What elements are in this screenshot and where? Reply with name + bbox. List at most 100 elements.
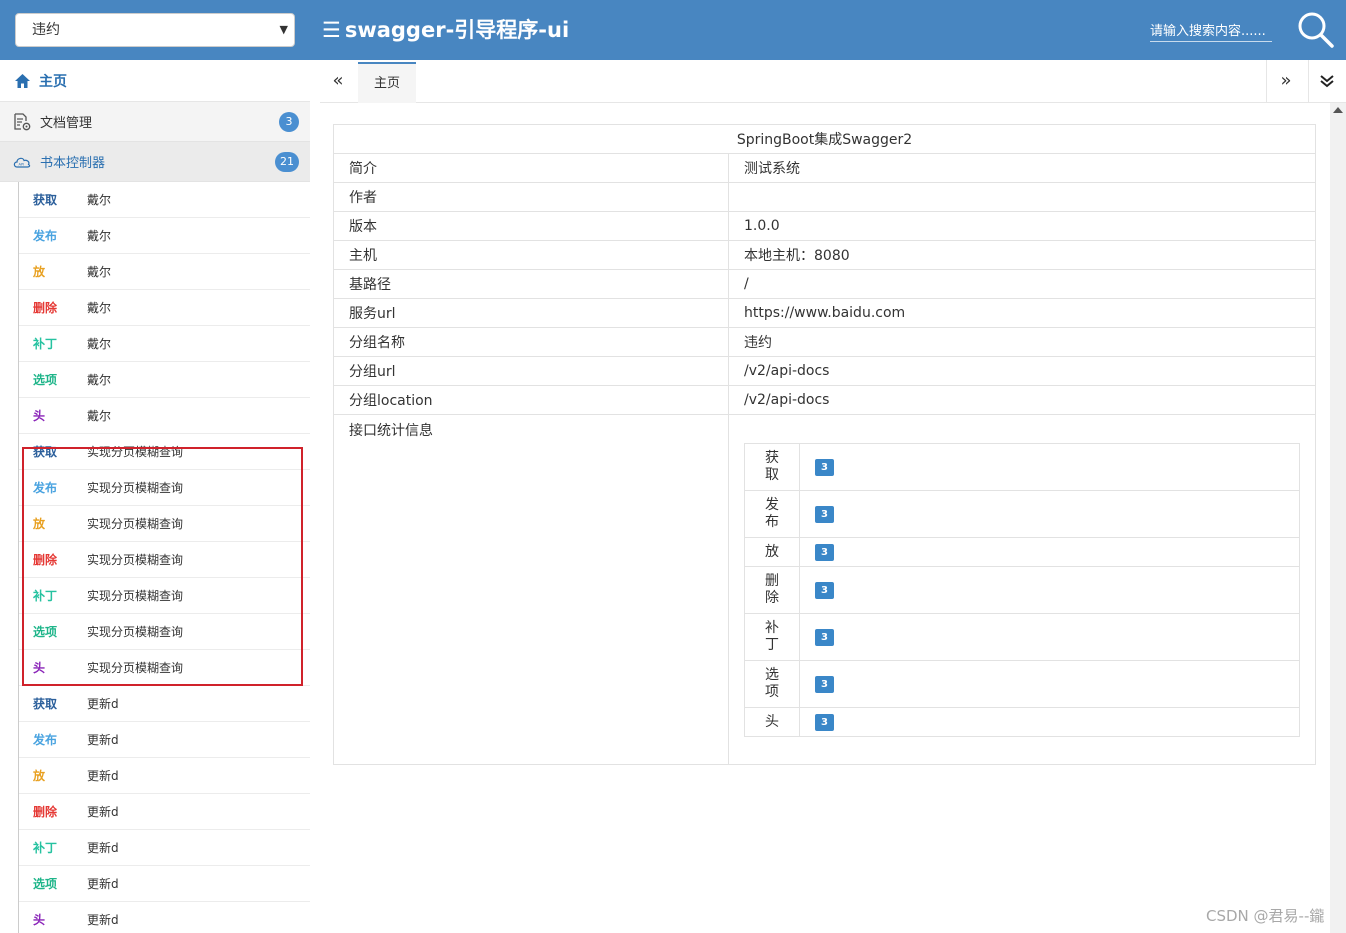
app-title: ☰ swagger-引导程序-ui	[322, 14, 569, 46]
api-list-item[interactable]: 头 更新d	[19, 902, 310, 933]
method-name-line: 删	[765, 573, 779, 589]
api-list-item[interactable]: 选项 实现分页模糊查询	[19, 614, 310, 650]
table-row-stats: 接口统计信息获取 3 发布 3 放 3 删除 3 补丁 3 选项 3 头 3	[333, 414, 1316, 765]
http-method-label: 删除	[33, 805, 58, 819]
api-list-item[interactable]: 获取 戴尔	[19, 182, 310, 218]
http-method-label: 获取	[33, 445, 58, 459]
api-list-item[interactable]: 放 实现分页模糊查询	[19, 506, 310, 542]
info-key: 分组location	[333, 385, 729, 415]
group-select[interactable]: 违约 ▼	[15, 13, 295, 47]
sidebar-item-home[interactable]: 主页	[0, 60, 310, 102]
method-name-line: 丁	[765, 637, 779, 653]
http-method-label: 头	[33, 409, 46, 423]
count-badge: 3	[815, 714, 834, 731]
method-name-line: 布	[765, 514, 779, 530]
api-list-item[interactable]: 补丁 更新d	[19, 830, 310, 866]
api-name-label: 更新d	[87, 805, 119, 819]
tab-more-button[interactable]	[1308, 60, 1344, 102]
table-row: 发布 3	[744, 490, 1300, 538]
cloud-api-icon: API	[13, 157, 31, 168]
method-name-line: 项	[765, 684, 779, 700]
api-list-item[interactable]: 删除 实现分页模糊查询	[19, 542, 310, 578]
table-row: 基路径 /	[333, 269, 1316, 299]
info-key: 版本	[333, 211, 729, 241]
table-row: 作者	[333, 182, 1316, 212]
api-list-item[interactable]: 删除 更新d	[19, 794, 310, 830]
method-name-cell: 头	[744, 707, 800, 737]
http-method-label: 获取	[33, 697, 58, 711]
api-name-label: 戴尔	[87, 265, 112, 279]
group-select-value: 违约	[32, 22, 60, 38]
api-list-item[interactable]: 补丁 实现分页模糊查询	[19, 578, 310, 614]
method-name-line: 头	[765, 713, 779, 730]
table-row: 分组location/v2/api-docs	[333, 385, 1316, 415]
table-row: 选项 3	[744, 660, 1300, 708]
info-value: https://www.baidu.com	[728, 298, 1316, 328]
method-name-line: 选	[765, 667, 779, 683]
api-name-label: 更新d	[87, 697, 119, 711]
api-list-item[interactable]: 放 更新d	[19, 758, 310, 794]
api-list-item[interactable]: 头 戴尔	[19, 398, 310, 434]
chevron-down-icon: ▼	[279, 23, 288, 36]
info-key: 分组名称	[333, 327, 729, 357]
http-method-label: 补丁	[33, 589, 58, 603]
api-list-item[interactable]: 发布 实现分页模糊查询	[19, 470, 310, 506]
api-list-item[interactable]: 获取 更新d	[19, 686, 310, 722]
table-row: 删除 3	[744, 566, 1300, 614]
api-list-item[interactable]: 发布 戴尔	[19, 218, 310, 254]
home-icon	[15, 73, 30, 88]
search-icon	[1298, 12, 1334, 48]
info-value: /	[728, 269, 1316, 299]
count-cell: 3	[799, 660, 1300, 708]
api-list-item[interactable]: 放 戴尔	[19, 254, 310, 290]
http-method-label: 补丁	[33, 337, 58, 351]
stats-cell: 获取3发布3放3删除3补丁3选项3头3	[728, 414, 1316, 765]
count-badge: 3	[815, 544, 834, 561]
api-list-item[interactable]: 头 实现分页模糊查询	[19, 650, 310, 686]
api-list-item[interactable]: 获取 实现分页模糊查询	[19, 434, 310, 470]
doc-title: SpringBoot集成Swagger2	[333, 124, 1316, 154]
api-name-label: 戴尔	[87, 193, 112, 207]
count-cell: 3	[799, 566, 1300, 614]
method-name-line: 获	[765, 450, 779, 466]
method-name-line: 放	[765, 543, 779, 560]
info-value: 违约	[728, 327, 1316, 357]
table-row: 服务url https://www.baidu.com	[333, 298, 1316, 328]
api-name-label: 戴尔	[87, 373, 112, 387]
api-list-item[interactable]: 发布 更新d	[19, 722, 310, 758]
info-key: 主机	[333, 240, 729, 270]
scroll-up-arrow-icon[interactable]	[1333, 107, 1343, 113]
tab-scroll-right-button[interactable]: »	[1268, 60, 1304, 102]
tab-home[interactable]: 主页	[358, 62, 416, 103]
sidebar-item-doc-management[interactable]: 文档管理 3	[0, 102, 310, 142]
main-scrollbar[interactable]	[1330, 103, 1346, 933]
sidebar-item-label: 主页	[39, 73, 67, 90]
api-list-item[interactable]: 删除 戴尔	[19, 290, 310, 326]
http-method-label: 头	[33, 913, 46, 927]
count-cell: 3	[799, 490, 1300, 538]
table-row: 获取 3	[744, 443, 1300, 491]
api-name-label: 戴尔	[87, 301, 112, 315]
table-row: 分组url/v2/api-docs	[333, 356, 1316, 386]
count-badge: 3	[815, 676, 834, 693]
api-name-label: 更新d	[87, 877, 119, 891]
menu-icon[interactable]: ☰	[322, 18, 341, 42]
tab-scroll-left-button[interactable]: «	[320, 60, 356, 102]
search-input[interactable]: 请输入搜索内容......	[1150, 22, 1272, 42]
api-list-item[interactable]: 补丁 戴尔	[19, 326, 310, 362]
search-button[interactable]	[1296, 10, 1336, 50]
info-value: 测试系统	[728, 153, 1316, 183]
info-value: /v2/api-docs	[728, 385, 1316, 415]
top-header: 违约 ▼ ☰ swagger-引导程序-ui 请输入搜索内容......	[0, 0, 1346, 60]
method-name-line: 取	[765, 467, 779, 483]
http-method-label: 获取	[33, 193, 58, 207]
api-list-item[interactable]: 选项 戴尔	[19, 362, 310, 398]
method-name-line: 发	[765, 497, 779, 513]
sidebar-item-book-controller[interactable]: API 书本控制器 21	[0, 142, 310, 182]
table-row: 放3	[744, 537, 1300, 567]
api-list-item[interactable]: 选项 更新d	[19, 866, 310, 902]
sidebar-item-label: 书本控制器	[40, 156, 106, 171]
method-name-cell: 选项	[744, 660, 800, 708]
api-name-label: 戴尔	[87, 337, 112, 351]
table-row: 主机 本地主机：8080	[333, 240, 1316, 270]
